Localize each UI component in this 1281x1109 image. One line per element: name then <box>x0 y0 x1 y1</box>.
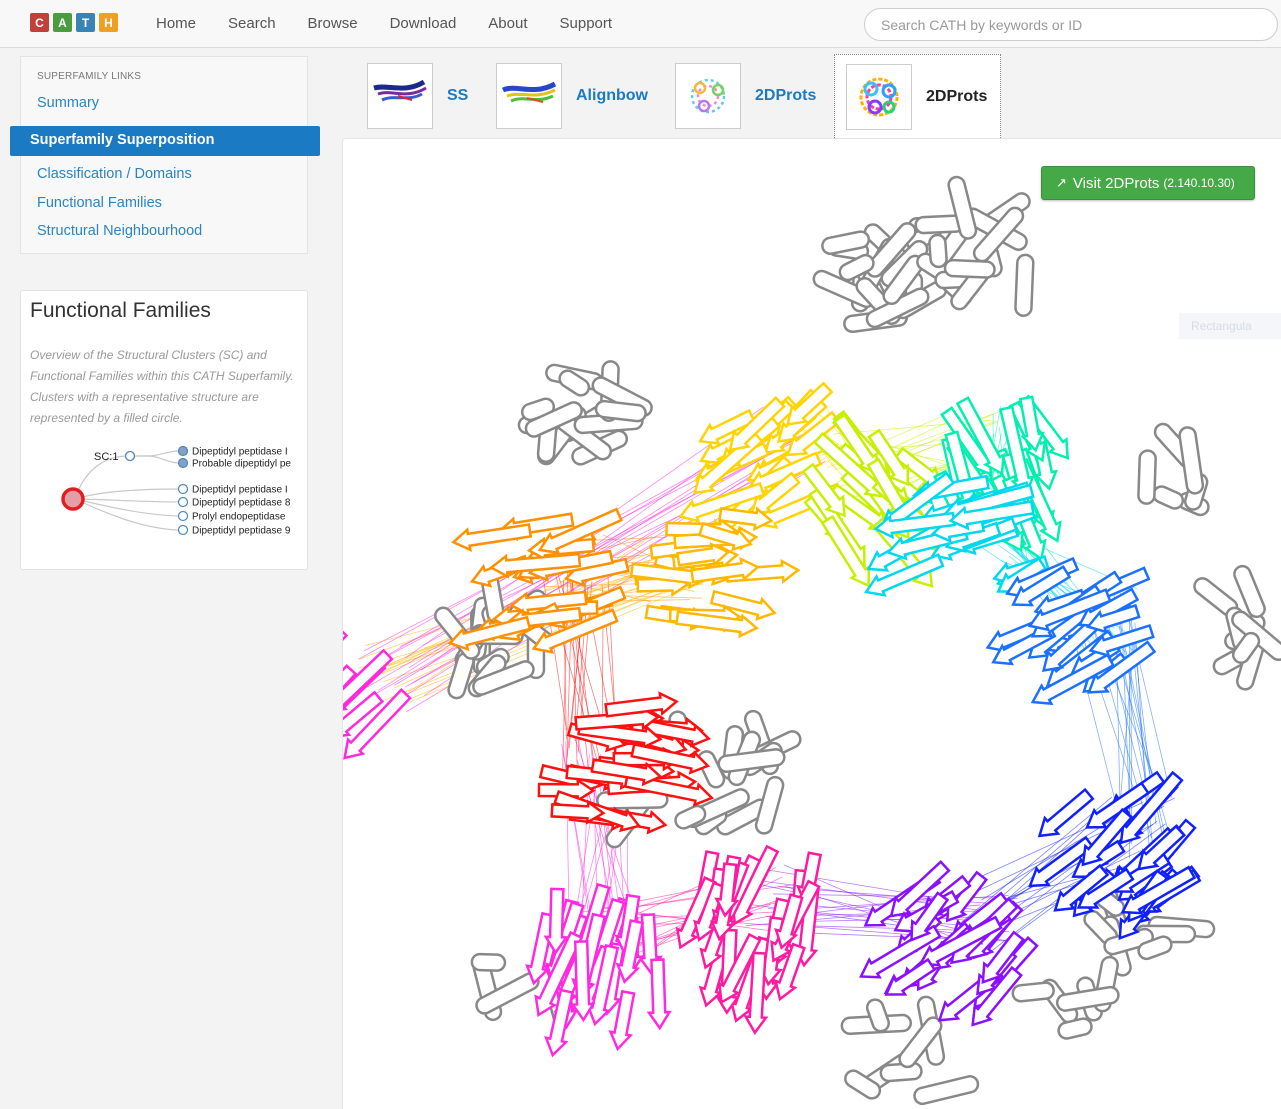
family-node-icon[interactable] <box>177 445 189 457</box>
alignbow-thumbnail-icon <box>496 63 562 129</box>
tab-ss-label: SS <box>447 87 469 104</box>
ghost-tooltip: Rectangula <box>1179 313 1281 339</box>
beta-strand-arrow <box>646 958 672 1031</box>
search-input[interactable] <box>864 8 1278 41</box>
family-label[interactable]: Dipeptidyl peptidase I <box>192 447 288 458</box>
visit-button-id: (2.140.10.30) <box>1163 176 1235 190</box>
links-title: SUPERFAMILY LINKS <box>37 71 142 82</box>
alpha-helix-cylinder <box>1178 426 1205 495</box>
alpha-helix-cylinder <box>928 233 948 269</box>
functional-families-panel: Functional Families Overview of the Stru… <box>20 290 308 570</box>
family-label[interactable]: Dipeptidyl peptidase 9 <box>192 526 291 537</box>
superposition-diagram[interactable] <box>343 139 1281 1109</box>
tab-2dprots-label: 2DProts <box>755 87 817 104</box>
external-link-icon: ↗ <box>1056 175 1067 190</box>
cath-logo[interactable]: C A T H <box>30 13 118 32</box>
alpha-helix-cylinder <box>1014 253 1035 317</box>
tab-alignbow[interactable]: Alignbow <box>496 54 648 138</box>
family-label[interactable]: Prolyl endopeptidase <box>192 512 286 523</box>
visit-button-label: Visit 2DProts <box>1072 174 1160 192</box>
tab-2dprots-active-label: 2DProts <box>926 87 988 105</box>
tab-2dprots[interactable]: 2DProts <box>675 54 816 138</box>
nav-search-link[interactable]: Search <box>228 15 276 32</box>
family-node-icon[interactable] <box>177 524 189 536</box>
superposition-canvas[interactable]: ↗ Visit 2DProts (2.140.10.30) Rectangula <box>342 138 1281 1109</box>
family-node-icon[interactable] <box>177 483 189 495</box>
functional-families-description: Overview of the Structural Clusters (SC)… <box>30 348 294 425</box>
cluster-node-icon[interactable] <box>124 450 136 462</box>
family-node-icon[interactable] <box>177 510 189 522</box>
root-node-icon[interactable] <box>61 487 85 511</box>
nav-support-link[interactable]: Support <box>560 15 613 32</box>
tab-2dprots-active[interactable]: 2DProts <box>834 54 1001 138</box>
logo-letter-h: H <box>99 13 118 32</box>
functional-family-tree: SC:1 Dipeptidyl peptidase I Probable dip… <box>61 445 291 537</box>
sidebar-item-summary[interactable]: Summary <box>37 95 99 111</box>
sidebar-item-structural-neighbourhood[interactable]: Structural Neighbourhood <box>37 223 202 239</box>
2dprots-color-thumbnail-icon <box>846 63 912 130</box>
nav-browse-link[interactable]: Browse <box>308 15 358 32</box>
sidebar-item-functional-families[interactable]: Functional Families <box>37 195 162 211</box>
tab-ss[interactable]: SS <box>367 54 468 138</box>
logo-letter-c: C <box>30 13 49 32</box>
visit-2dprots-button[interactable]: ↗ Visit 2DProts (2.140.10.30) <box>1041 166 1255 200</box>
ss-thumbnail-icon <box>367 63 433 129</box>
sidebar-item-superposition[interactable]: Superfamily Superposition <box>10 126 320 156</box>
nav-about-link[interactable]: About <box>488 15 527 32</box>
logo-letter-a: A <box>53 13 72 32</box>
family-node-icon[interactable] <box>177 457 189 469</box>
beta-strand-arrow <box>1037 787 1095 838</box>
alpha-helix-cylinder <box>913 1075 980 1106</box>
family-label[interactable]: Dipeptidyl peptidase 8 <box>192 498 291 509</box>
nav-links: Home Search Browse Download About Suppor… <box>156 15 644 32</box>
alpha-helix-cylinder <box>1011 981 1055 1003</box>
sidebar-item-classification[interactable]: Classification / Domains <box>37 166 192 182</box>
family-label[interactable]: Dipeptidyl peptidase I <box>192 485 288 496</box>
nav-download-link[interactable]: Download <box>390 15 457 32</box>
family-node-icon[interactable] <box>177 496 189 508</box>
alpha-helix-cylinder <box>1137 449 1157 505</box>
alpha-helix-cylinder <box>1152 485 1185 510</box>
alpha-helix-cylinder <box>943 258 996 279</box>
2dprots-thumbnail-icon <box>675 63 741 129</box>
functional-families-title: Functional Families <box>30 299 211 322</box>
beta-strand-arrow <box>820 514 871 588</box>
nav-home-link[interactable]: Home <box>156 15 196 32</box>
alpha-helix-cylinder <box>470 952 507 972</box>
cluster-label: SC:1 <box>94 451 118 463</box>
tab-alignbow-label: Alignbow <box>576 87 648 104</box>
logo-letter-t: T <box>76 13 95 32</box>
family-label[interactable]: Probable dipeptidyl pe <box>192 459 291 470</box>
beta-strand-arrow <box>451 523 533 552</box>
top-navbar: C A T H Home Search Browse Download Abou… <box>0 0 1281 48</box>
